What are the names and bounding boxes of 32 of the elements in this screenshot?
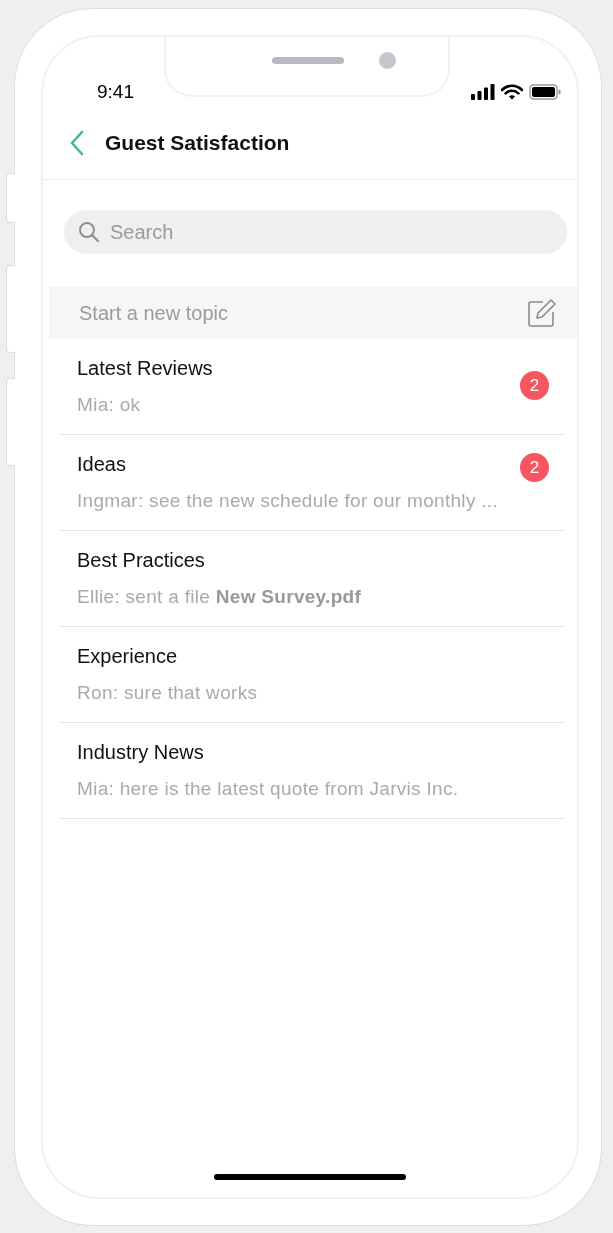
search-input[interactable]: Search: [108, 219, 553, 245]
new-topic-bar[interactable]: Start a new topic: [49, 287, 577, 339]
topic-row[interactable]: Best Practices Ellie: sent a file New Survey.pdf: [59, 531, 565, 627]
signal-icon: [471, 84, 495, 100]
new-topic-input[interactable]: Start a new topic: [77, 300, 527, 326]
topic-title: Experience: [77, 645, 178, 668]
topic-title: Best Practices: [77, 549, 205, 572]
topic-row[interactable]: Latest Reviews Mia: ok 2: [59, 339, 565, 435]
search-icon: [78, 221, 100, 243]
topic-preview: Ron: sure that works: [77, 682, 259, 704]
unread-badge: 2: [520, 453, 549, 482]
topic-title: Latest Reviews: [77, 357, 213, 380]
speaker: [272, 57, 344, 64]
camera: [379, 52, 396, 69]
search-bar[interactable]: Search: [64, 210, 567, 254]
back-button[interactable]: [69, 130, 85, 156]
topic-row[interactable]: Ideas Ingmar: see the new schedule for our monthly ... 2: [59, 435, 565, 531]
wifi-icon: [501, 84, 523, 100]
topic-preview: Ellie: sent a file New Survey.pdf: [77, 586, 363, 608]
topic-preview: Mia: ok: [77, 394, 142, 416]
topic-row[interactable]: Industry News Mia: here is the latest quote from Jarvis Inc.: [59, 723, 565, 819]
topic-preview: Ingmar: see the new schedule for our monthly ...: [77, 490, 499, 512]
compose-icon[interactable]: [527, 298, 557, 328]
topic-title: Industry News: [77, 741, 204, 764]
page-title: Guest Satisfaction: [105, 131, 290, 155]
topic-preview: Mia: here is the latest quote from Jarvis Inc.: [77, 778, 460, 800]
status-time: 9:41: [97, 81, 134, 103]
unread-badge: 2: [520, 371, 549, 400]
battery-icon: [529, 84, 561, 100]
topic-row[interactable]: Experience Ron: sure that works: [59, 627, 565, 723]
back-chevron-icon: [69, 130, 85, 156]
topic-title: Ideas: [77, 453, 126, 476]
